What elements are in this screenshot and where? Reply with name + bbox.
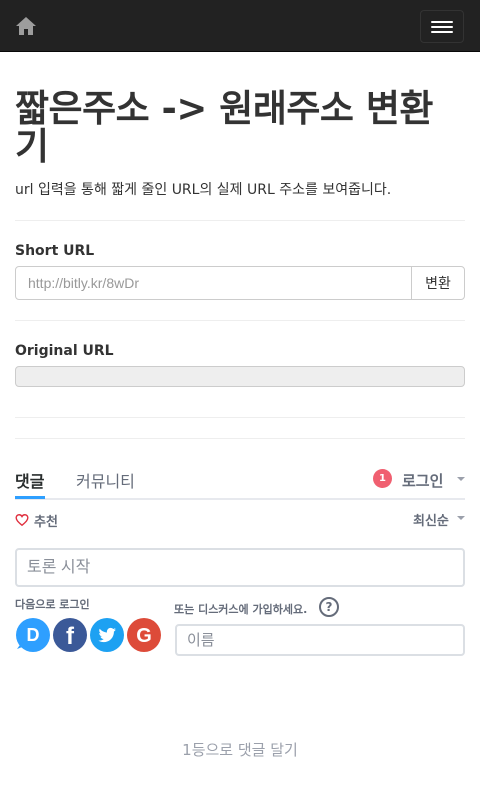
disqus-icon[interactable]: D (16, 618, 50, 652)
chevron-down-icon (457, 516, 465, 520)
name-input[interactable] (175, 624, 465, 656)
original-url-label: Original URL (15, 343, 114, 359)
svg-text:D: D (27, 625, 40, 645)
help-icon[interactable]: ? (319, 597, 339, 617)
google-icon[interactable]: G (127, 618, 161, 652)
page-description: url 입력을 통해 짧게 줄인 URL의 실제 URL 주소를 보여줍니다. (15, 182, 392, 198)
signup-label: 또는 디스커스에 가입하세요. (174, 603, 308, 616)
active-tab-indicator (15, 496, 45, 499)
home-icon[interactable] (14, 14, 38, 38)
original-url-output (15, 366, 465, 387)
heart-icon[interactable] (15, 513, 29, 527)
divider (15, 320, 465, 321)
facebook-icon[interactable]: f (53, 618, 87, 652)
sort-dropdown[interactable]: 최신순 (413, 510, 449, 529)
first-comment-prompt: 1등으로 댓글 달기 (182, 741, 298, 759)
divider (15, 438, 465, 439)
chevron-down-icon (457, 477, 465, 481)
divider (15, 417, 465, 418)
divider (15, 220, 465, 221)
login-with-label: 다음으로 로그인 (15, 598, 90, 611)
svg-text:G: G (136, 625, 152, 647)
short-url-label: Short URL (15, 243, 95, 259)
top-navbar (0, 0, 480, 52)
svg-text:f: f (66, 623, 75, 650)
twitter-icon[interactable] (90, 618, 124, 652)
tab-community[interactable]: 커뮤니티 (76, 468, 135, 492)
hamburger-menu-icon[interactable] (420, 10, 464, 43)
notification-badge[interactable]: 1 (373, 469, 392, 488)
discussion-input[interactable] (15, 548, 465, 587)
login-menu[interactable]: 로그인 (402, 470, 443, 491)
recommend-button[interactable]: 추천 (34, 511, 58, 530)
tab-rule (15, 498, 465, 500)
short-url-input[interactable] (15, 266, 412, 300)
page-title: 짧은주소 -> 원래주소 변환기 (15, 87, 433, 168)
convert-button[interactable]: 변환 (411, 266, 465, 300)
tab-comments[interactable]: 댓글 (15, 468, 44, 492)
